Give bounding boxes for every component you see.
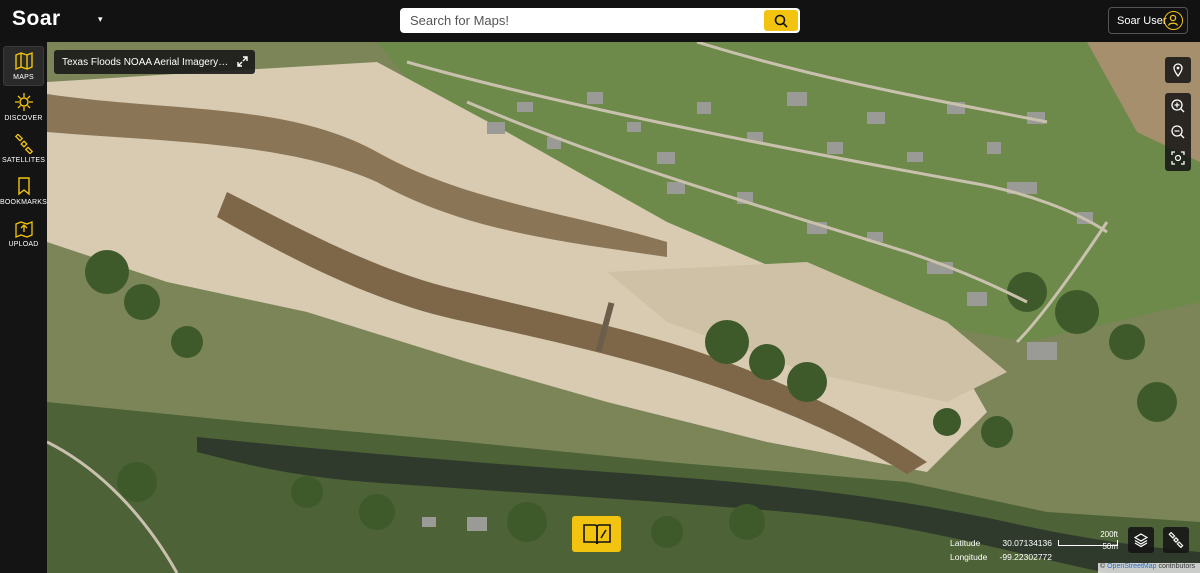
search-input[interactable] [400, 8, 764, 33]
map-icon [14, 51, 33, 71]
user-name: Soar User [1117, 14, 1167, 27]
user-menu-button[interactable]: Soar User [1108, 7, 1188, 34]
zoom-in-button[interactable] [1165, 93, 1191, 119]
chevron-down-icon[interactable]: ▾ [98, 14, 106, 24]
scale-metric: 50m [1102, 542, 1118, 551]
expand-icon[interactable] [236, 55, 249, 68]
map-title-chip[interactable]: Texas Floods NOAA Aerial Imagery - July.… [54, 50, 255, 74]
open-book-icon [582, 524, 611, 545]
discover-icon [14, 93, 33, 111]
fit-extent-icon [1171, 151, 1185, 165]
sidebar-item-label: SATELLITES [1, 157, 46, 164]
layers-icon [1133, 533, 1149, 548]
left-sidebar: MAPS DISCOVER SATELLITES BOOKMARKS UPLOA… [0, 42, 47, 573]
location-pin-icon [1173, 63, 1183, 78]
longitude-label: Longitude [950, 552, 988, 562]
latitude-label: Latitude [950, 538, 981, 548]
aerial-imagery [47, 42, 1200, 573]
scale-imperial: 200ft [1100, 530, 1118, 539]
sidebar-item-bookmarks[interactable]: BOOKMARKS [0, 172, 47, 212]
map-scale: 200ft 50m [1058, 530, 1120, 552]
location-button[interactable] [1165, 57, 1191, 83]
coordinates-readout: Latitude 30.07134136 Longitude -99.22302… [946, 536, 1052, 566]
search-icon [774, 14, 788, 28]
sidebar-item-discover[interactable]: DISCOVER [3, 88, 44, 128]
sidebar-item-label: UPLOAD [8, 241, 39, 248]
attribution-suffix: contributors [1156, 563, 1196, 570]
sidebar-item-upload[interactable]: UPLOAD [3, 214, 44, 254]
map-attribution: © OpenStreetMap contributors [1098, 563, 1200, 573]
aerial-map[interactable] [47, 42, 1200, 573]
user-avatar-icon [1164, 11, 1183, 30]
logo-text: Soar [12, 7, 61, 30]
map-details-button[interactable] [572, 516, 621, 552]
zoom-in-icon [1171, 99, 1185, 113]
soar-logo[interactable]: Soar [12, 6, 61, 32]
latitude-value: 30.07134136 [1002, 538, 1052, 548]
upload-icon [14, 221, 33, 238]
sidebar-item-label: DISCOVER [4, 115, 43, 122]
openstreetmap-link[interactable]: OpenStreetMap [1107, 563, 1156, 570]
sidebar-item-label: MAPS [13, 74, 34, 81]
top-bar: Soar ▾ Soar User [0, 0, 1200, 42]
sidebar-item-maps[interactable]: MAPS [3, 46, 44, 86]
zoom-out-button[interactable] [1165, 119, 1191, 145]
latitude-row: Latitude 30.07134136 [946, 538, 1052, 550]
map-title: Texas Floods NOAA Aerial Imagery - July.… [62, 56, 230, 68]
satellite-view-button[interactable] [1163, 527, 1189, 553]
longitude-value: -99.22302772 [999, 552, 1052, 562]
layers-button[interactable] [1128, 527, 1154, 553]
satellite-icon [1168, 532, 1184, 548]
sidebar-item-satellites[interactable]: SATELLITES [1, 130, 46, 170]
zoom-controls [1165, 93, 1191, 171]
satellite-icon [14, 134, 33, 154]
fit-extent-button[interactable] [1165, 145, 1191, 171]
zoom-out-icon [1171, 125, 1185, 139]
search-button[interactable] [764, 10, 798, 31]
longitude-row: Longitude -99.22302772 [946, 552, 1052, 564]
app: Soar ▾ Soar User [0, 0, 1200, 573]
sidebar-item-label: BOOKMARKS [0, 199, 47, 206]
bookmark-icon [17, 177, 30, 196]
search-bar [400, 8, 800, 33]
